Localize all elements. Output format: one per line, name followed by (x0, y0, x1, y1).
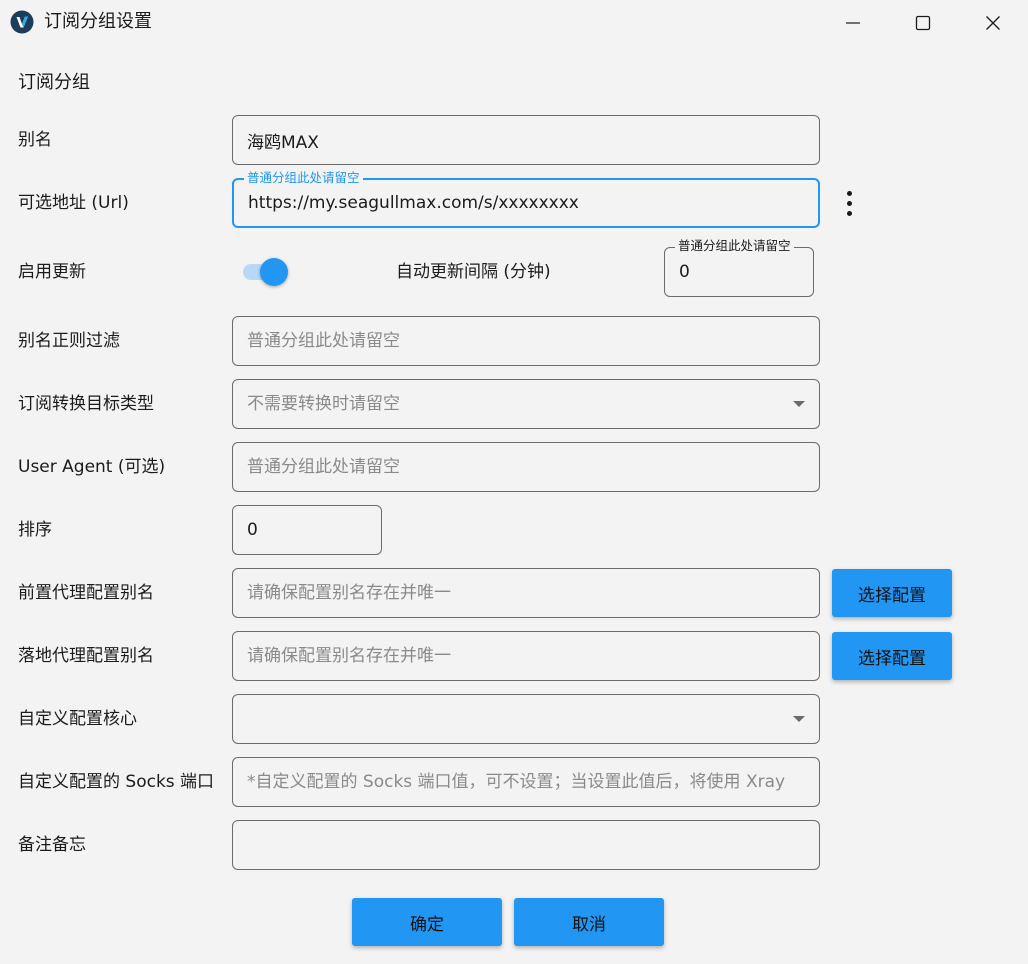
maximize-button[interactable] (888, 0, 958, 46)
url-field[interactable]: 普通分组此处请留空 (232, 170, 820, 228)
maximize-icon (915, 15, 931, 31)
more-options-icon[interactable] (842, 190, 858, 218)
enable-update-toggle[interactable] (240, 256, 292, 288)
close-icon (986, 16, 1000, 30)
alias-input[interactable] (233, 116, 819, 164)
subscription-group-settings-window: 订阅分组设置 订阅分组 别名 可选地址 (Url) 普通分组此处请留空 启用更新… (0, 0, 1028, 964)
chevron-down-icon (793, 401, 805, 407)
prev-proxy-label: 前置代理配置别名 (18, 583, 154, 603)
minimize-icon (846, 22, 860, 24)
url-input[interactable] (234, 180, 818, 226)
alias-regex-input[interactable] (233, 317, 819, 365)
next-proxy-field[interactable] (232, 631, 820, 681)
remarks-label: 备注备忘 (18, 835, 86, 855)
app-logo-icon (10, 10, 34, 34)
prev-proxy-input[interactable] (233, 569, 819, 617)
user-agent-field[interactable] (232, 442, 820, 492)
section-title: 订阅分组 (18, 72, 90, 93)
next-proxy-label: 落地代理配置别名 (18, 646, 154, 666)
auto-update-interval-field[interactable]: 普通分组此处请留空 (664, 238, 814, 297)
alias-label: 别名 (18, 130, 52, 150)
minimize-button[interactable] (818, 0, 888, 46)
custom-socks-port-input[interactable] (233, 758, 819, 806)
enable-update-label: 启用更新 (18, 262, 86, 282)
custom-socks-port-field[interactable] (232, 757, 820, 807)
custom-core-select[interactable] (232, 694, 820, 744)
select-prev-proxy-button[interactable]: 选择配置 (832, 569, 952, 617)
auto-update-interval-input[interactable] (665, 248, 813, 296)
cancel-button[interactable]: 取消 (514, 898, 664, 946)
sort-field[interactable] (232, 505, 382, 555)
user-agent-label: User Agent (可选) (18, 457, 166, 477)
remarks-field[interactable] (232, 820, 820, 870)
sort-input[interactable] (233, 506, 381, 554)
chevron-down-icon (793, 716, 805, 722)
user-agent-input[interactable] (233, 443, 819, 491)
custom-socks-port-label: 自定义配置的 Socks 端口 (18, 772, 215, 792)
alias-regex-field[interactable] (232, 316, 820, 366)
prev-proxy-field[interactable] (232, 568, 820, 618)
alias-field[interactable] (232, 115, 820, 165)
ok-button[interactable]: 确定 (352, 898, 502, 946)
window-title: 订阅分组设置 (44, 11, 152, 32)
sort-label: 排序 (18, 520, 52, 540)
remarks-input[interactable] (233, 821, 819, 869)
close-button[interactable] (958, 0, 1028, 46)
toggle-thumb (260, 258, 288, 286)
convert-target-select[interactable]: 不需要转换时请留空 (232, 379, 820, 429)
alias-regex-label: 别名正则过滤 (18, 331, 120, 351)
custom-core-label: 自定义配置核心 (18, 709, 137, 729)
auto-update-interval-label: 自动更新间隔 (分钟) (396, 262, 551, 282)
next-proxy-input[interactable] (233, 632, 819, 680)
select-next-proxy-button[interactable]: 选择配置 (832, 632, 952, 680)
title-bar: 订阅分组设置 (0, 0, 1028, 46)
url-label: 可选地址 (Url) (18, 193, 129, 213)
convert-target-placeholder: 不需要转换时请留空 (247, 394, 400, 414)
convert-target-label: 订阅转换目标类型 (18, 394, 154, 414)
